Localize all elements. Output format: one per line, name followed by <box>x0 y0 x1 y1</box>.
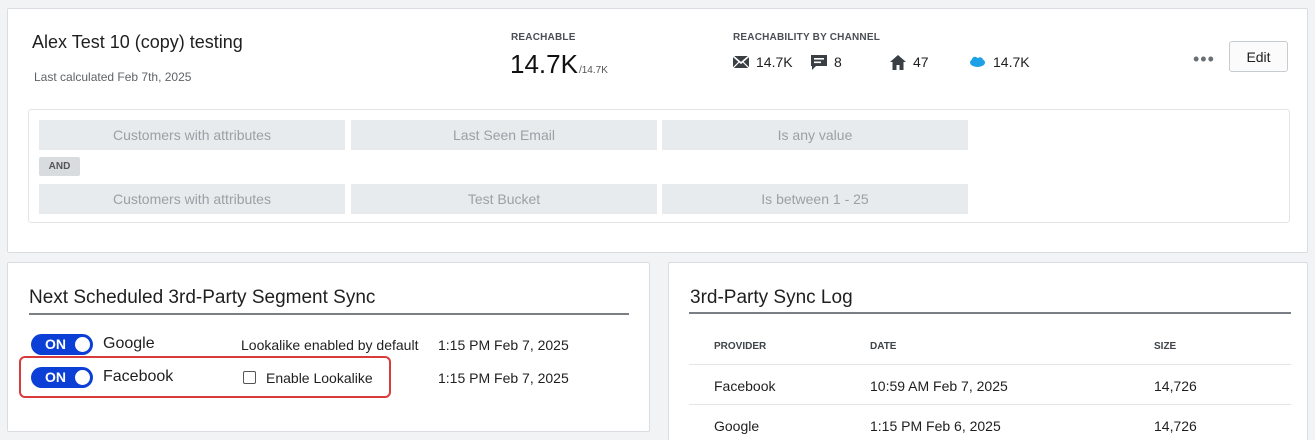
google-sync-toggle[interactable]: ON <box>31 334 93 355</box>
provider-name: Google <box>103 335 155 352</box>
sync-time: 1:15 PM Feb 7, 2025 <box>438 370 569 386</box>
rule-cell: Test Bucket <box>351 184 657 214</box>
column-header-size: SIZE <box>1154 341 1177 352</box>
channel-email-value: 14.7K <box>756 54 793 70</box>
highlight-annotation <box>19 356 391 398</box>
reachable-label: REACHABLE <box>511 32 576 43</box>
edit-button[interactable]: Edit <box>1229 41 1288 72</box>
toggle-label: ON <box>45 336 66 352</box>
channel-sms-value: 8 <box>834 54 842 70</box>
rule-cell: Last Seen Email <box>351 120 657 150</box>
segment-rules: Customers with attributes Last Seen Emai… <box>28 109 1290 223</box>
email-icon <box>733 56 749 68</box>
cell-size: 14,726 <box>1154 378 1197 394</box>
column-header-date: DATE <box>870 341 897 352</box>
cell-provider: Google <box>714 418 760 434</box>
home-icon <box>890 54 906 70</box>
lookalike-default-note: Lookalike enabled by default <box>241 337 419 353</box>
and-operator-tag: AND <box>39 157 80 176</box>
row-divider <box>689 364 1291 365</box>
cell-provider: Facebook <box>714 378 776 394</box>
segment-summary-card: Alex Test 10 (copy) testing Last calcula… <box>7 8 1308 253</box>
sms-icon <box>811 54 827 70</box>
reachable-total: /14.7K <box>578 65 608 76</box>
salesforce-icon <box>970 56 985 67</box>
column-header-provider: PROVIDER <box>714 341 767 352</box>
channel-home-value: 47 <box>913 54 929 70</box>
more-options-button[interactable]: ••• <box>1193 49 1215 70</box>
toggle-knob <box>75 337 90 352</box>
rule-cell: Customers with attributes <box>39 184 345 214</box>
reachable-stat: 14.7K /14.7K <box>510 49 608 80</box>
next-sync-card: Next Scheduled 3rd-Party Segment Sync ON… <box>7 262 650 432</box>
section-divider <box>689 312 1291 314</box>
cell-date: 10:59 AM Feb 7, 2025 <box>870 378 1008 394</box>
reachability-by-channel-label: REACHABILITY BY CHANNEL <box>733 32 881 43</box>
channel-sms: 8 <box>811 54 842 70</box>
segment-title: Alex Test 10 (copy) testing <box>32 32 243 52</box>
channel-home: 47 <box>890 54 929 70</box>
cell-date: 1:15 PM Feb 6, 2025 <box>870 418 1001 434</box>
rule-cell: Customers with attributes <box>39 120 345 150</box>
next-sync-title: Next Scheduled 3rd-Party Segment Sync <box>29 287 376 308</box>
sync-log-title: 3rd-Party Sync Log <box>690 287 853 308</box>
sync-log-card: 3rd-Party Sync Log PROVIDER DATE SIZE Fa… <box>668 262 1308 440</box>
channel-salesforce: 14.7K <box>969 54 1030 70</box>
channel-email: 14.7K <box>733 54 793 70</box>
cell-size: 14,726 <box>1154 418 1197 434</box>
reachable-value: 14.7K <box>510 49 578 79</box>
sync-row-google: ON Google Lookalike enabled by default 1… <box>31 334 631 356</box>
rule-cell: Is between 1 - 25 <box>662 184 968 214</box>
last-calculated-text: Last calculated Feb 7th, 2025 <box>34 70 192 84</box>
section-divider <box>29 313 629 315</box>
channel-salesforce-value: 14.7K <box>993 54 1030 70</box>
sync-time: 1:15 PM Feb 7, 2025 <box>438 337 569 353</box>
rule-cell: Is any value <box>662 120 968 150</box>
row-divider <box>689 404 1291 405</box>
